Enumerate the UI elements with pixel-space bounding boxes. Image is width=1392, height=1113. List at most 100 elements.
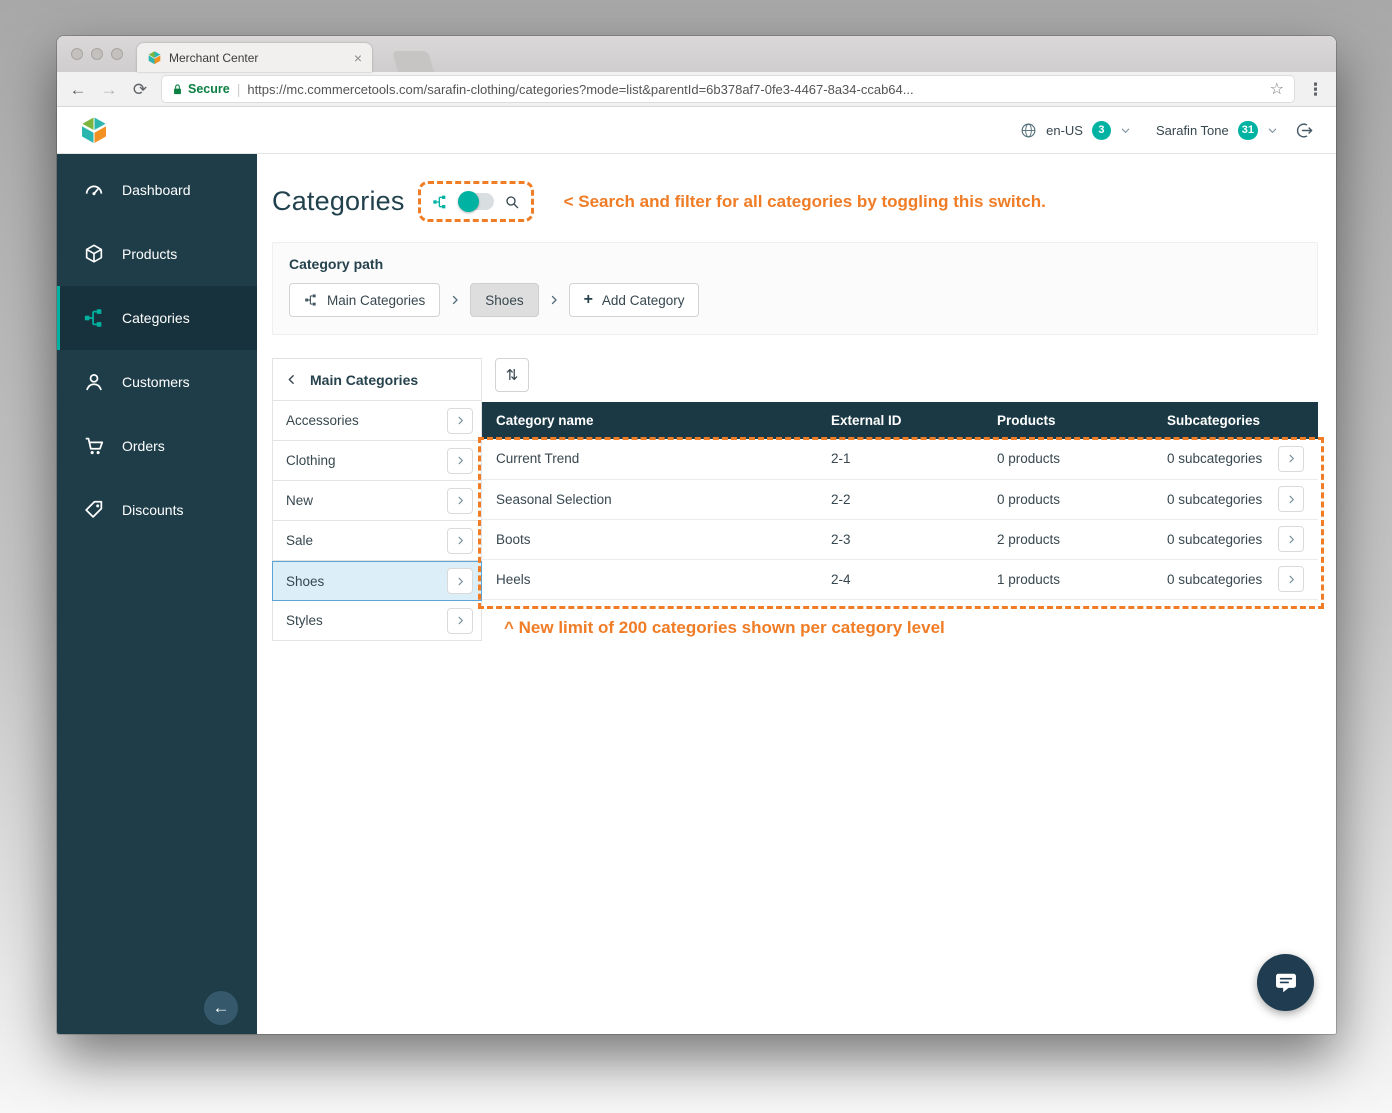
sidebar-item-orders[interactable]: Orders	[57, 414, 257, 478]
sidebar-item-label: Dashboard	[122, 182, 191, 198]
logout-icon[interactable]	[1295, 121, 1314, 140]
chevron-right-icon	[455, 415, 466, 426]
cell-subcategories: 0 subcategories	[1153, 519, 1318, 559]
search-icon[interactable]	[504, 194, 520, 210]
minimize-window-button[interactable]	[91, 48, 103, 60]
subcategories-count: 0 subcategories	[1167, 532, 1262, 547]
list-item-styles[interactable]: Styles	[272, 601, 482, 641]
list-item-label: Clothing	[286, 453, 336, 468]
chevron-right-icon	[1286, 494, 1297, 505]
bookmark-star-icon[interactable]: ☆	[1270, 79, 1284, 99]
browser-menu-icon[interactable]: ⋮	[1307, 81, 1324, 98]
cell-external-id: 2-4	[817, 559, 983, 599]
categories-page: Categories < Search and filter for all c…	[257, 154, 1336, 1034]
url-field[interactable]: Secure | https://mc.commercetools.com/sa…	[162, 76, 1294, 102]
drill-in-button[interactable]	[447, 488, 473, 514]
cell-external-id: 2-3	[817, 519, 983, 559]
breadcrumb-current-button[interactable]: Shoes	[470, 283, 538, 317]
table-row[interactable]: Seasonal Selection 2-2 0 products 0 subc…	[482, 479, 1318, 519]
tab-title: Merchant Center	[169, 51, 347, 65]
app-body: Dashboard Products Categories Customers …	[57, 154, 1336, 1034]
new-tab-button[interactable]	[392, 51, 434, 72]
back-icon[interactable]: ←	[69, 81, 87, 98]
cell-category-name: Heels	[482, 559, 817, 599]
url-text: https://mc.commercetools.com/sarafin-clo…	[247, 82, 1262, 97]
breadcrumb-main-categories-button[interactable]: Main Categories	[289, 283, 440, 317]
cell-category-name: Current Trend	[482, 439, 817, 479]
chevron-right-icon	[449, 294, 461, 306]
table-row[interactable]: Current Trend 2-1 0 products 0 subcatego…	[482, 439, 1318, 479]
locale-selector[interactable]: en-US 3	[1012, 121, 1139, 140]
chat-bubble-icon	[1273, 970, 1299, 996]
sidebar-item-categories[interactable]: Categories	[57, 286, 257, 350]
table-row[interactable]: Boots 2-3 2 products 0 subcategories	[482, 519, 1318, 559]
open-row-button[interactable]	[1278, 566, 1304, 592]
cell-subcategories: 0 subcategories	[1153, 439, 1318, 479]
sidebar-collapse-button[interactable]: ←	[204, 991, 238, 1025]
commercetools-favicon	[147, 50, 162, 65]
search-mode-toggle[interactable]	[458, 193, 494, 210]
table-header-row: Category name External ID Products Subca…	[482, 402, 1318, 439]
chat-launcher-button[interactable]	[1257, 954, 1314, 1011]
drill-in-button[interactable]	[447, 448, 473, 474]
locale-count-badge: 3	[1092, 121, 1111, 140]
orders-icon	[83, 435, 105, 457]
sidebar-item-discounts[interactable]: Discounts	[57, 478, 257, 542]
drill-in-button[interactable]	[447, 608, 473, 634]
browser-tab[interactable]: Merchant Center ×	[137, 43, 372, 72]
forward-icon[interactable]: →	[100, 81, 118, 98]
category-list-header[interactable]: Main Categories	[272, 358, 482, 401]
tab-close-icon[interactable]: ×	[354, 51, 362, 65]
cell-category-name: Seasonal Selection	[482, 479, 817, 519]
drill-in-button[interactable]	[447, 408, 473, 434]
list-item-label: Sale	[286, 533, 313, 548]
app-header: en-US 3 Sarafin Tone 31	[57, 107, 1336, 154]
sidebar-item-products[interactable]: Products	[57, 222, 257, 286]
column-header-subcategories: Subcategories	[1153, 402, 1318, 439]
add-category-button[interactable]: + Add Category	[569, 283, 700, 317]
close-window-button[interactable]	[71, 48, 83, 60]
sort-button[interactable]: ⇅	[495, 358, 529, 392]
list-item-clothing[interactable]: Clothing	[272, 441, 482, 481]
toggle-knob	[458, 191, 479, 212]
cell-subcategories: 0 subcategories	[1153, 559, 1318, 599]
sidebar-item-label: Categories	[122, 310, 190, 326]
subcategories-panel: ⇅ Category name External ID Products Sub…	[482, 358, 1318, 638]
drill-in-button[interactable]	[447, 568, 473, 594]
cell-external-id: 2-2	[817, 479, 983, 519]
list-item-shoes[interactable]: Shoes	[272, 561, 482, 601]
breadcrumb-root-label: Main Categories	[327, 293, 425, 308]
account-selector[interactable]: Sarafin Tone 31	[1148, 121, 1286, 140]
list-item-sale[interactable]: Sale	[272, 521, 482, 561]
browser-address-bar: ← → ⟳ Secure | https://mc.commercetools.…	[57, 72, 1336, 107]
chevron-right-icon	[1286, 453, 1297, 464]
commercetools-logo	[79, 115, 109, 145]
account-label: Sarafin Tone	[1156, 123, 1229, 138]
table-row[interactable]: Heels 2-4 1 products 0 subcategories	[482, 559, 1318, 599]
chevron-right-icon	[455, 576, 466, 587]
open-row-button[interactable]	[1278, 486, 1304, 512]
sidebar-item-dashboard[interactable]: Dashboard	[57, 158, 257, 222]
zoom-window-button[interactable]	[111, 48, 123, 60]
list-item-new[interactable]: New	[272, 481, 482, 521]
chevron-right-icon	[455, 455, 466, 466]
sidebar-item-label: Orders	[122, 438, 165, 454]
page-title: Categories	[272, 186, 405, 217]
sidebar-item-customers[interactable]: Customers	[57, 350, 257, 414]
open-row-button[interactable]	[1278, 526, 1304, 552]
subcategories-count: 0 subcategories	[1167, 451, 1262, 466]
sidebar-item-label: Products	[122, 246, 177, 262]
window-controls	[71, 48, 123, 60]
account-count-badge: 31	[1238, 121, 1258, 140]
globe-icon	[1020, 122, 1037, 139]
list-item-accessories[interactable]: Accessories	[272, 401, 482, 441]
reload-icon[interactable]: ⟳	[131, 81, 149, 98]
subcategories-table-wrap: Category name External ID Products Subca…	[482, 402, 1318, 600]
open-row-button[interactable]	[1278, 446, 1304, 472]
add-category-label: Add Category	[602, 293, 685, 308]
page-title-row: Categories < Search and filter for all c…	[272, 181, 1318, 222]
breadcrumb-current-label: Shoes	[485, 293, 523, 308]
drill-in-button[interactable]	[447, 528, 473, 554]
discounts-icon	[83, 499, 105, 521]
search-annotation: < Search and filter for all categories b…	[564, 192, 1046, 212]
